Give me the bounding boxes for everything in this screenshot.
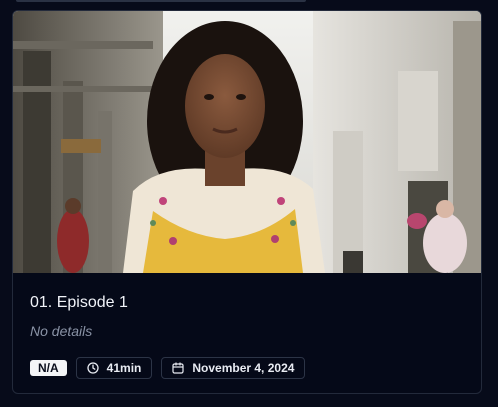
episode-card[interactable]: 01. Episode 1 No details N/A 41min Novem… [12,10,482,394]
previous-card-edge [16,0,306,2]
air-date-badge: November 4, 2024 [161,357,306,379]
runtime-badge: 41min [75,357,153,379]
episode-details: No details [30,323,93,339]
rating-badge: N/A [30,360,67,376]
episode-meta-badges: N/A 41min November 4, 2024 [30,357,306,379]
runtime-text: 41min [106,361,142,375]
episode-title[interactable]: 01. Episode 1 [30,293,128,313]
air-date-text: November 4, 2024 [192,361,295,375]
episode-thumbnail[interactable] [13,11,481,273]
calendar-icon [172,362,184,374]
clock-icon [87,362,99,374]
